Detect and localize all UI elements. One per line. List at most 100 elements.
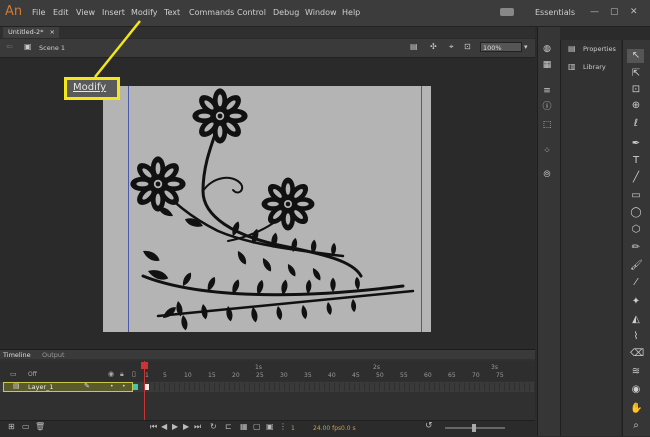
- chevron-down-icon[interactable]: ▾: [524, 43, 528, 51]
- last-frame-icon[interactable]: ⏭: [194, 422, 201, 432]
- keyframe[interactable]: [145, 384, 149, 390]
- menu-control[interactable]: Control: [237, 8, 266, 17]
- frame-tick: 45: [352, 372, 360, 379]
- menu-commands[interactable]: Commands: [189, 8, 234, 17]
- new-layer-icon[interactable]: ⊞: [8, 422, 15, 431]
- playhead-line: [144, 361, 145, 426]
- pencil-icon[interactable]: ✏: [630, 242, 642, 254]
- layer-color-swatch[interactable]: [133, 384, 138, 390]
- document-tab-bar: [0, 27, 535, 38]
- rectangle-tool-icon[interactable]: ▭: [630, 190, 642, 202]
- menu-file[interactable]: File: [32, 8, 45, 17]
- paint-bucket-icon[interactable]: ◭: [630, 314, 642, 326]
- pen-icon[interactable]: ✒: [630, 138, 642, 150]
- color-panel-icon[interactable]: ◍: [541, 44, 553, 54]
- first-frame-icon[interactable]: ⏮: [150, 422, 157, 432]
- frame-tick: 35: [304, 372, 312, 379]
- menu-help[interactable]: Help: [342, 8, 360, 17]
- prev-frame-icon[interactable]: ◀: [161, 422, 167, 431]
- eye-icon[interactable]: ◉: [108, 370, 114, 378]
- onion-outline-icon[interactable]: ▢: [253, 422, 261, 431]
- second-mark: 3s: [491, 364, 498, 371]
- bone-tool-icon[interactable]: ✦: [630, 296, 642, 308]
- menu-modify[interactable]: Modify: [131, 8, 158, 17]
- frame-tick: 1: [145, 372, 149, 379]
- play-icon[interactable]: ▶: [172, 422, 178, 431]
- paint-brush-icon[interactable]: 🖌︎: [630, 260, 643, 272]
- width-tool-icon[interactable]: ≋: [630, 366, 642, 378]
- trash-icon[interactable]: 🗑︎: [35, 422, 45, 431]
- restore-icon[interactable]: ▢: [610, 7, 619, 17]
- properties-tab[interactable]: Properties: [583, 45, 616, 53]
- tab-close-icon[interactable]: ×: [50, 28, 55, 36]
- 3d-rotation-icon[interactable]: ⊕: [630, 100, 642, 112]
- menu-debug[interactable]: Debug: [273, 8, 299, 17]
- menu-insert[interactable]: Insert: [102, 8, 125, 17]
- selection-tool-icon[interactable]: ↖: [630, 50, 642, 62]
- loop-icon[interactable]: ↻: [210, 422, 217, 431]
- back-arrow-icon[interactable]: ⇦: [6, 42, 13, 51]
- lasso-icon[interactable]: ℓ: [630, 118, 642, 130]
- zoom-slider-thumb[interactable]: [472, 424, 476, 432]
- close-icon[interactable]: ✕: [630, 7, 638, 17]
- edit-symbol-icon[interactable]: ✣: [430, 42, 437, 51]
- onion-skin-icon[interactable]: ▦: [240, 422, 248, 431]
- layer-name[interactable]: Layer_1: [28, 383, 54, 391]
- edit-bar: [0, 39, 535, 58]
- frame-strip[interactable]: [145, 383, 535, 391]
- align-icon[interactable]: ≡: [541, 86, 553, 96]
- brush-icon[interactable]: ⁄: [630, 277, 642, 289]
- properties-icon: ▤: [568, 44, 576, 53]
- tab-output[interactable]: Output: [42, 351, 65, 359]
- transform-icon[interactable]: ⬚: [541, 120, 553, 130]
- hand-tool-icon[interactable]: ✋: [630, 403, 642, 415]
- polystar-icon[interactable]: ⬡: [630, 224, 642, 236]
- visible-dot-icon[interactable]: •: [110, 383, 114, 390]
- menu-view[interactable]: View: [76, 8, 95, 17]
- menu-window[interactable]: Window: [305, 8, 337, 17]
- eraser-icon[interactable]: ⌫: [630, 348, 644, 360]
- info-icon[interactable]: ⓘ: [541, 102, 553, 112]
- frame-rate[interactable]: 24.00 fps: [313, 425, 341, 432]
- playhead[interactable]: [141, 362, 148, 369]
- eyedropper-icon[interactable]: ⌇: [630, 331, 642, 343]
- edit-scene-icon[interactable]: ▤: [410, 42, 418, 51]
- timeline-tabs: [0, 350, 535, 359]
- line-tool-icon[interactable]: ╱: [630, 172, 642, 184]
- new-folder-icon[interactable]: ▭: [22, 422, 30, 431]
- lock-dot-icon[interactable]: •: [122, 383, 126, 390]
- lock-icon[interactable]: 🔒︎: [120, 370, 124, 379]
- floral-artwork[interactable]: [103, 86, 431, 332]
- swatches-icon[interactable]: ▦: [541, 60, 553, 70]
- subselection-tool-icon[interactable]: ⇱: [630, 68, 642, 80]
- clip-icon[interactable]: ⊡: [464, 42, 471, 51]
- next-frame-icon[interactable]: ▶: [183, 422, 189, 431]
- zoom-select[interactable]: 100%: [480, 42, 522, 52]
- components-icon[interactable]: ⁘: [541, 146, 553, 156]
- cc-libraries-icon[interactable]: ⦾: [541, 170, 553, 180]
- document-tab[interactable]: Untitled-2* ×: [3, 27, 59, 38]
- zoom-tool-icon[interactable]: ⌕: [630, 420, 642, 432]
- frame-tick: 25: [256, 372, 264, 379]
- menu-edit[interactable]: Edit: [53, 8, 69, 17]
- outline-icon[interactable]: ▯: [132, 370, 136, 378]
- minimize-icon[interactable]: —: [590, 7, 599, 17]
- frame-tick: 55: [400, 372, 408, 379]
- layer-folder-icon: ▭: [10, 370, 17, 378]
- text-tool-icon[interactable]: T: [630, 155, 642, 167]
- refresh-icon[interactable]: ↺: [425, 421, 433, 431]
- library-tab[interactable]: Library: [583, 63, 606, 71]
- markers-icon[interactable]: ⋮: [279, 422, 287, 431]
- frame-tick: 15: [208, 372, 216, 379]
- snap-icon[interactable]: ⌖: [449, 42, 454, 52]
- menu-text[interactable]: Text: [164, 8, 180, 17]
- oval-tool-icon[interactable]: ◯: [630, 207, 642, 219]
- workspace-switcher[interactable]: Essentials: [535, 8, 575, 17]
- camera-tool-icon[interactable]: ◉: [630, 384, 642, 396]
- tab-timeline[interactable]: Timeline: [3, 351, 31, 359]
- center-frame-icon[interactable]: ⊏: [225, 422, 232, 431]
- current-frame[interactable]: 1: [291, 425, 295, 432]
- edit-multiple-icon[interactable]: ▣: [266, 422, 274, 431]
- free-transform-icon[interactable]: ⊡: [630, 84, 642, 96]
- sync-settings-icon[interactable]: [500, 8, 514, 16]
